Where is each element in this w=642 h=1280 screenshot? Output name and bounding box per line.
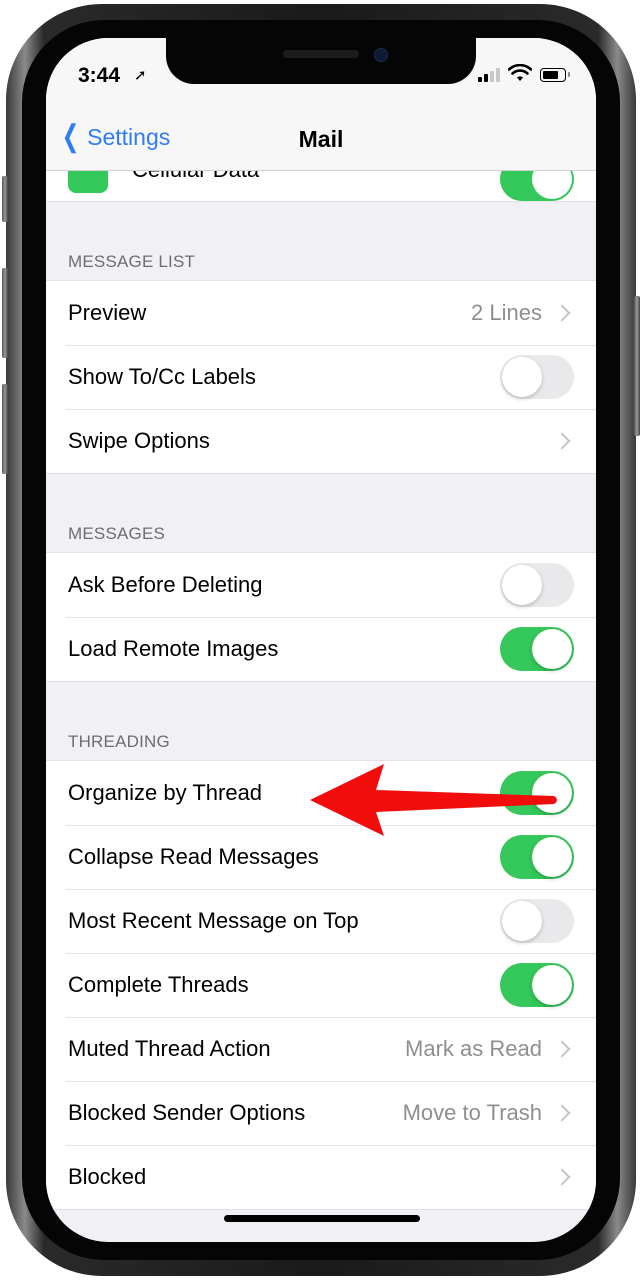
row-label: Organize by Thread: [68, 780, 263, 805]
row-blocked-sender-options[interactable]: Blocked Sender Options Move to Trash: [46, 1081, 596, 1145]
battery-icon: [540, 68, 570, 82]
load-remote-images-toggle[interactable]: [500, 627, 574, 671]
section-header-threading: THREADING: [68, 732, 170, 751]
cellular-data-label: Cellular Data: [132, 171, 259, 183]
row-label: Blocked: [68, 1164, 147, 1189]
row-label: Muted Thread Action: [68, 1036, 271, 1061]
group-message-list: Preview 2 Lines Show To/Cc Labels Swipe …: [46, 280, 596, 474]
row-value: Move to Trash: [402, 1100, 542, 1125]
show-to-cc-labels-toggle[interactable]: [500, 355, 574, 399]
row-organize-by-thread[interactable]: Organize by Thread: [46, 761, 596, 825]
speaker-grille: [283, 50, 359, 58]
screen: 3:44 ➚ ❮ Settings Mail Cellular Data MES…: [46, 38, 596, 1242]
cellular-data-toggle[interactable]: [500, 171, 574, 201]
ask-before-deleting-toggle[interactable]: [500, 563, 574, 607]
row-label: Complete Threads: [68, 972, 249, 997]
toggle-knob: [532, 837, 572, 877]
location-arrow-icon: ➚: [134, 67, 147, 84]
chevron-right-icon: [553, 1104, 571, 1122]
row-collapse-read-messages[interactable]: Collapse Read Messages: [46, 825, 596, 889]
chevron-right-icon: [553, 432, 571, 450]
chevron-right-icon: [553, 304, 571, 322]
group-threading: Organize by Thread Collapse Read Message…: [46, 760, 596, 1210]
toggle-knob: [532, 965, 572, 1005]
collapse-read-messages-toggle[interactable]: [500, 835, 574, 879]
status-time: 3:44: [78, 64, 121, 87]
home-indicator[interactable]: [224, 1215, 420, 1222]
chevron-right-icon: [553, 1040, 571, 1058]
chevron-right-icon: [553, 1168, 571, 1186]
silent-switch: [2, 176, 8, 222]
cellular-signal-icon: [478, 68, 500, 82]
toggle-knob: [532, 629, 572, 669]
page-title: Mail: [298, 126, 344, 152]
section-header-messages: MESSAGES: [68, 524, 166, 543]
complete-threads-toggle[interactable]: [500, 963, 574, 1007]
navigation-bar: ❮ Settings Mail: [46, 108, 596, 171]
most-recent-message-on-top-toggle[interactable]: [500, 899, 574, 943]
toggle-knob: [502, 565, 542, 605]
row-value: Mark as Read: [405, 1036, 542, 1061]
row-value: 2 Lines: [471, 300, 542, 325]
front-camera: [374, 48, 388, 62]
row-label: Show To/Cc Labels: [68, 364, 256, 389]
row-label: Collapse Read Messages: [68, 844, 319, 869]
row-swipe-options[interactable]: Swipe Options: [46, 409, 596, 473]
toggle-knob: [502, 357, 542, 397]
row-label: Ask Before Deleting: [68, 572, 263, 597]
row-label: Most Recent Message on Top: [68, 908, 359, 933]
row-label: Preview: [68, 300, 147, 325]
power-button: [634, 296, 640, 436]
row-complete-threads[interactable]: Complete Threads: [46, 953, 596, 1017]
cellular-data-row[interactable]: Cellular Data: [46, 171, 596, 202]
group-messages: Ask Before Deleting Load Remote Images: [46, 552, 596, 682]
row-preview[interactable]: Preview 2 Lines: [46, 281, 596, 345]
toggle-knob: [532, 171, 572, 199]
row-most-recent-message-on-top[interactable]: Most Recent Message on Top: [46, 889, 596, 953]
section-header-message-list: MESSAGE LIST: [68, 252, 196, 271]
organize-by-thread-toggle[interactable]: [500, 771, 574, 815]
volume-down-button: [2, 384, 8, 474]
row-load-remote-images[interactable]: Load Remote Images: [46, 617, 596, 681]
wifi-icon: [508, 64, 532, 81]
row-show-to-cc-labels[interactable]: Show To/Cc Labels: [46, 345, 596, 409]
volume-up-button: [2, 268, 8, 358]
toggle-knob: [502, 901, 542, 941]
notch: [166, 38, 476, 84]
row-label: Blocked Sender Options: [68, 1100, 306, 1125]
row-muted-thread-action[interactable]: Muted Thread Action Mark as Read: [46, 1017, 596, 1081]
toggle-knob: [532, 773, 572, 813]
row-label: Load Remote Images: [68, 636, 279, 661]
row-ask-before-deleting[interactable]: Ask Before Deleting: [46, 553, 596, 617]
cellular-data-icon: [68, 171, 108, 193]
settings-list: Cellular Data MESSAGE LIST Preview 2 Lin…: [46, 171, 596, 1210]
row-label: Swipe Options: [68, 428, 210, 453]
row-blocked[interactable]: Blocked: [46, 1145, 596, 1209]
